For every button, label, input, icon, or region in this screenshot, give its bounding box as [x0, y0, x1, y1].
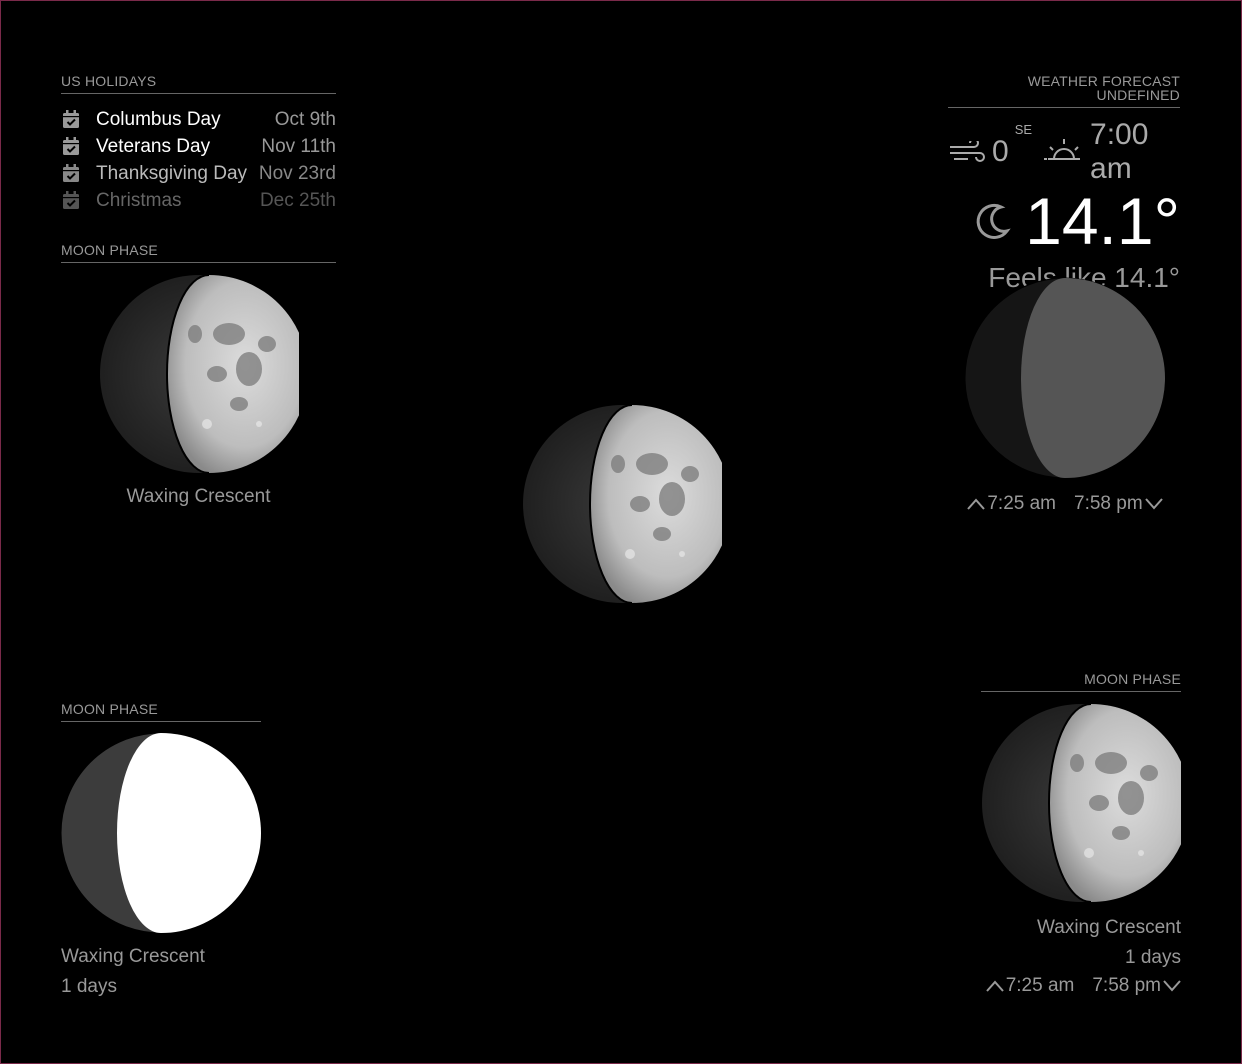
calendar-check-icon	[61, 136, 83, 158]
moon-phase-header: MOON PHASE	[61, 243, 336, 263]
moon-phase-module-top-right: 7:25 am 7:58 pm	[964, 277, 1166, 515]
calendar-check-icon	[61, 109, 83, 131]
holiday-date: Oct 9th	[274, 108, 336, 130]
moon-image	[981, 703, 1181, 903]
holiday-title: Thanksgiving Day	[96, 162, 248, 184]
holiday-row: Columbus Day Oct 9th	[61, 106, 336, 133]
holiday-date: Nov 11th	[261, 135, 336, 157]
calendar-check-icon	[61, 190, 83, 212]
chevron-down-icon	[1163, 980, 1181, 992]
holidays-header: US HOLIDAYS	[61, 74, 336, 94]
moonrise-time: 7:25 am	[1005, 975, 1075, 996]
moon-image	[99, 274, 299, 474]
sunrise-icon	[1044, 137, 1084, 167]
temperature-row: 14.1°	[948, 188, 1180, 254]
holiday-title: Columbus Day	[96, 108, 221, 130]
moon-phase-graphic	[964, 277, 1166, 479]
current-temperature: 14.1°	[1025, 184, 1180, 258]
moonset-time: 7:58 pm	[1074, 493, 1143, 514]
holiday-title: Christmas	[96, 189, 182, 211]
moon-phase-name: Waxing Crescent	[1037, 917, 1181, 938]
holidays-module: US HOLIDAYS Columbus Day Oct 9th Veteran…	[61, 74, 336, 214]
moon-phase-module-top-left: MOON PHASE Waxing Crescent	[61, 243, 336, 512]
moon-phase-header: MOON PHASE	[61, 702, 261, 722]
moon-phase-name: Waxing Crescent	[126, 486, 271, 507]
sunrise-time: 7:00 am	[1090, 118, 1149, 185]
holiday-title: Veterans Day	[96, 135, 211, 157]
holiday-date: Dec 25th	[259, 189, 336, 211]
chevron-up-icon	[985, 980, 1004, 992]
calendar-check-icon	[61, 163, 83, 185]
wind-icon	[948, 141, 986, 163]
moon-phase-name: Waxing Crescent	[61, 946, 205, 967]
wind-speed: 0	[992, 135, 1009, 168]
moon-rise-set: 7:25 am 7:58 pm	[981, 975, 1181, 997]
wind-direction: SE	[1014, 122, 1033, 137]
moon-phase-graphic	[60, 732, 262, 934]
moon-phase-module-bottom-right: MOON PHASE Waxing Crescent 1 days 7:25 a…	[981, 672, 1181, 997]
moon-rise-set: 7:25 am 7:58 pm	[964, 493, 1166, 515]
holiday-row: Christmas Dec 25th	[61, 187, 336, 214]
wind-sunrise-row: 0 SE 7:00 am	[948, 118, 1180, 186]
holiday-row: Thanksgiving Day Nov 23rd	[61, 160, 336, 187]
moonrise-time: 7:25 am	[987, 493, 1056, 514]
weather-module: WEATHER FORECAST UNDEFINED 0 SE 7:00 am …	[948, 74, 1180, 294]
night-clear-icon	[973, 201, 1013, 241]
chevron-up-icon	[967, 498, 986, 510]
moon-age: 1 days	[61, 976, 117, 997]
moon-phase-module-bottom-left: MOON PHASE Waxing Crescent 1 days	[60, 702, 262, 1002]
holiday-date: Nov 23rd	[258, 162, 336, 184]
holiday-row: Veterans Day Nov 11th	[61, 133, 336, 160]
moon-image-center	[522, 404, 722, 604]
moon-age: 1 days	[1125, 947, 1181, 968]
weather-header: WEATHER FORECAST UNDEFINED	[948, 74, 1180, 108]
moonset-time: 7:58 pm	[1092, 975, 1161, 996]
chevron-down-icon	[1144, 498, 1163, 510]
moon-phase-header: MOON PHASE	[981, 672, 1181, 692]
